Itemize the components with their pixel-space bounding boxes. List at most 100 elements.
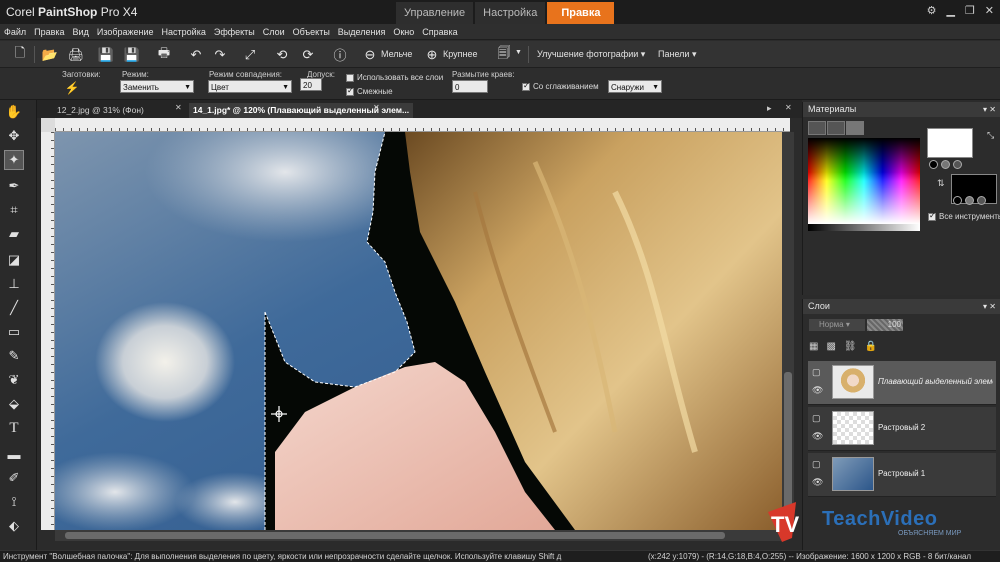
swatches-tab[interactable] — [846, 121, 864, 135]
blend-mode-select[interactable]: Норма ▾ — [809, 319, 865, 331]
contiguous-checkbox[interactable]: Смежные — [346, 86, 393, 96]
text-icon[interactable]: T — [4, 418, 24, 438]
resize-icon[interactable]: ⤢ — [240, 45, 260, 64]
rainbow-tab[interactable] — [827, 121, 845, 135]
chevron-down-icon[interactable]: ▼ — [515, 49, 522, 56]
retouch-icon[interactable]: ⬖ — [4, 516, 24, 536]
move-icon[interactable]: ✥ — [4, 126, 24, 146]
mode-select[interactable]: Заменить ▼ — [120, 80, 194, 93]
grayscale-bar[interactable] — [808, 224, 920, 231]
layer-raster-2[interactable]: ▢ 👁 Растровый 2 — [808, 407, 996, 451]
menu-layers[interactable]: Слои — [259, 24, 289, 40]
match-mode-select[interactable]: Цвет ▼ — [208, 80, 292, 93]
scroll-thumb[interactable] — [65, 532, 725, 539]
layer-raster-1[interactable]: ▢ 👁 Растровый 1 — [808, 453, 996, 497]
new-layer-icon[interactable]: ▦ — [809, 341, 818, 352]
fill-icon[interactable]: ⬙ — [4, 394, 24, 414]
menu-help[interactable]: Справка — [418, 24, 461, 40]
enhance-photo-menu[interactable]: Улучшение фотографии ▾ — [537, 49, 645, 60]
settings-icon[interactable]: ⚙ — [927, 4, 937, 17]
menu-window[interactable]: Окно — [389, 24, 418, 40]
close-icon[interactable]: ✕ — [785, 103, 792, 112]
feather-input[interactable]: 0 — [452, 80, 488, 93]
scroll-tabs-icon[interactable]: ▸ — [767, 103, 772, 114]
brush-icon[interactable]: ╱ — [4, 298, 24, 318]
tab-edit[interactable]: Правка — [547, 2, 615, 24]
pen-icon[interactable]: ✐ — [4, 468, 24, 488]
menu-edit[interactable]: Правка — [30, 24, 68, 40]
lock-icon[interactable]: 🔒 — [865, 341, 877, 352]
close-icon[interactable]: ▾ ✕ — [983, 299, 996, 314]
dropper-icon[interactable]: ✒ — [4, 176, 24, 196]
color-icon[interactable] — [929, 160, 938, 169]
close-icon[interactable]: ▾ ✕ — [983, 102, 996, 117]
vertical-scrollbar[interactable] — [782, 132, 794, 530]
color-spectrum[interactable] — [808, 138, 920, 224]
all-tools-checkbox[interactable]: Все инструменты — [928, 211, 1000, 221]
save-as-icon[interactable]: 💾 — [122, 45, 142, 64]
layer-floating-selection[interactable]: ▢ 👁 Плавающий выделенный элемент — [808, 361, 996, 405]
zoom-in-icon[interactable]: ⊕ — [422, 45, 442, 64]
gradient-icon[interactable] — [965, 196, 974, 205]
link-icon[interactable]: ⛓ — [844, 341, 857, 352]
restore-icon[interactable]: ❐ — [965, 4, 975, 17]
save-icon[interactable]: 💾 — [96, 45, 116, 64]
eye-icon[interactable]: 👁 — [812, 431, 823, 442]
menu-view[interactable]: Вид — [69, 24, 93, 40]
panels-menu[interactable]: Панели ▾ — [658, 49, 696, 60]
opacity-slider[interactable]: 100 — [867, 319, 903, 331]
redo-icon[interactable]: ↷ — [210, 45, 230, 64]
rotate-left-icon[interactable]: ⟲ — [272, 45, 292, 64]
doc-tab-12-2[interactable]: 12_2.jpg @ 31% (Фон) — [53, 103, 148, 118]
foreground-swatch[interactable] — [927, 128, 973, 158]
tab-adjust[interactable]: Настройка — [475, 2, 546, 24]
rotate-right-icon[interactable]: ⟳ — [298, 45, 318, 64]
horizontal-scrollbar[interactable] — [55, 530, 782, 541]
menu-effects[interactable]: Эффекты — [210, 24, 259, 40]
frame-tab[interactable] — [808, 121, 826, 135]
magic-wand-preset-icon[interactable]: ⚡ — [62, 78, 82, 97]
document-icon[interactable]: 🗐 — [494, 45, 514, 64]
menu-selections[interactable]: Выделения — [334, 24, 390, 40]
info-icon[interactable]: ⓘ — [330, 45, 350, 64]
undo-icon[interactable]: ↶ — [186, 45, 206, 64]
menu-objects[interactable]: Объекты — [289, 24, 334, 40]
print-icon[interactable]: 🖶 — [154, 45, 174, 64]
menu-image[interactable]: Изображение — [93, 24, 158, 40]
color-icon[interactable] — [953, 196, 962, 205]
tab-manage[interactable]: Управление — [396, 2, 474, 24]
pan-icon[interactable]: ✋ — [4, 102, 24, 122]
crop-icon[interactable]: ⌗ — [4, 200, 24, 220]
pattern-icon[interactable] — [953, 160, 962, 169]
close-icon[interactable]: ✕ — [175, 103, 182, 112]
image-canvas[interactable] — [55, 132, 782, 530]
swap-colors-icon[interactable]: ⤡ — [987, 130, 994, 141]
red-eye-icon[interactable]: ◪ — [4, 250, 24, 270]
zoom-out-icon[interactable]: ⊖ — [360, 45, 380, 64]
zoom-out-label[interactable]: Мельче — [381, 49, 412, 59]
mask-icon[interactable]: ▩ — [826, 341, 835, 352]
clone-icon[interactable]: ⊥ — [4, 274, 24, 294]
use-all-layers-checkbox[interactable]: Использовать все слои — [346, 73, 443, 82]
new-file-icon[interactable]: 🗋 — [10, 45, 30, 64]
rectangle-icon[interactable]: ▬ — [4, 444, 24, 464]
menu-file[interactable]: Файл — [0, 24, 30, 40]
pattern-icon[interactable] — [977, 196, 986, 205]
straighten-icon[interactable]: ▰ — [4, 224, 24, 244]
scan-icon[interactable]: 🖨 — [66, 45, 86, 64]
magic-wand-icon[interactable]: ✦ — [4, 150, 24, 170]
lighten-icon[interactable]: ✎ — [4, 346, 24, 366]
zoom-in-label[interactable]: Крупнее — [443, 49, 478, 59]
open-folder-icon[interactable]: 📂 — [40, 45, 60, 64]
gradient-icon[interactable] — [941, 160, 950, 169]
minimize-icon[interactable]: ▁ — [946, 4, 954, 17]
close-icon[interactable]: ✕ — [373, 103, 380, 112]
warp-icon[interactable]: ⟟ — [4, 492, 24, 512]
eraser-icon[interactable]: ▭ — [4, 322, 24, 342]
swap-arrows-icon[interactable]: ⇅ — [937, 178, 945, 189]
antialias-mode-select[interactable]: Снаружи ▼ — [608, 80, 662, 93]
menu-adjust[interactable]: Настройка — [158, 24, 210, 40]
antialias-checkbox[interactable]: Со сглаживанием — [522, 81, 599, 91]
close-icon[interactable]: ✕ — [985, 4, 994, 17]
eye-icon[interactable]: 👁 — [812, 477, 823, 488]
